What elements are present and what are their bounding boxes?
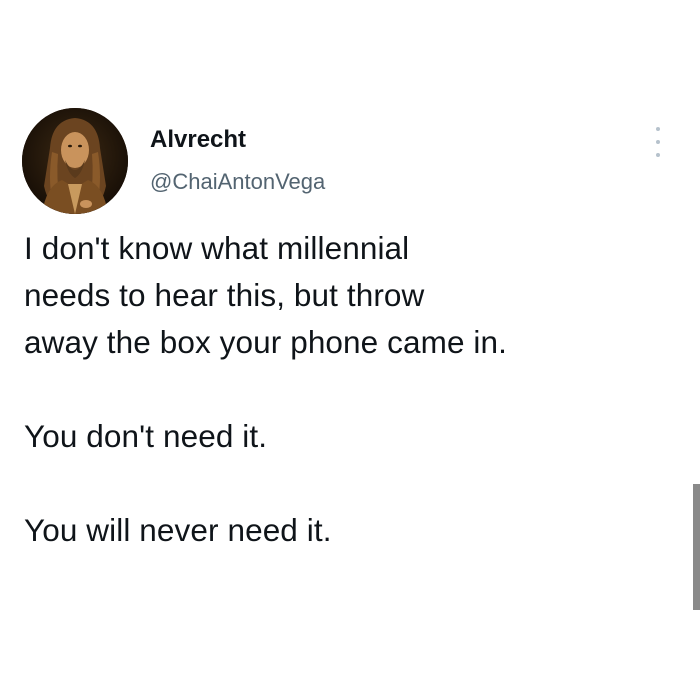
tweet-text: I don't know what millennial needs to he… <box>24 225 684 554</box>
tweet-line: I don't know what millennial <box>24 230 410 266</box>
tweet-line: away the box your phone came in. <box>24 324 507 360</box>
more-vertical-icon[interactable] <box>650 127 666 157</box>
more-dot <box>656 153 660 157</box>
tweet-line: You will never need it. <box>24 512 332 548</box>
more-dot <box>656 140 660 144</box>
tweet-line: You don't need it. <box>24 418 268 454</box>
display-name[interactable]: Alvrecht <box>150 126 246 154</box>
portrait-image <box>22 108 128 214</box>
avatar[interactable] <box>22 108 128 214</box>
more-dot <box>656 127 660 131</box>
scrollbar[interactable] <box>693 484 700 610</box>
tweet-card: Alvrecht @ChaiAntonVega I don't know wha… <box>0 0 700 700</box>
tweet-line: needs to hear this, but throw <box>24 277 425 313</box>
user-handle[interactable]: @ChaiAntonVega <box>150 169 325 195</box>
